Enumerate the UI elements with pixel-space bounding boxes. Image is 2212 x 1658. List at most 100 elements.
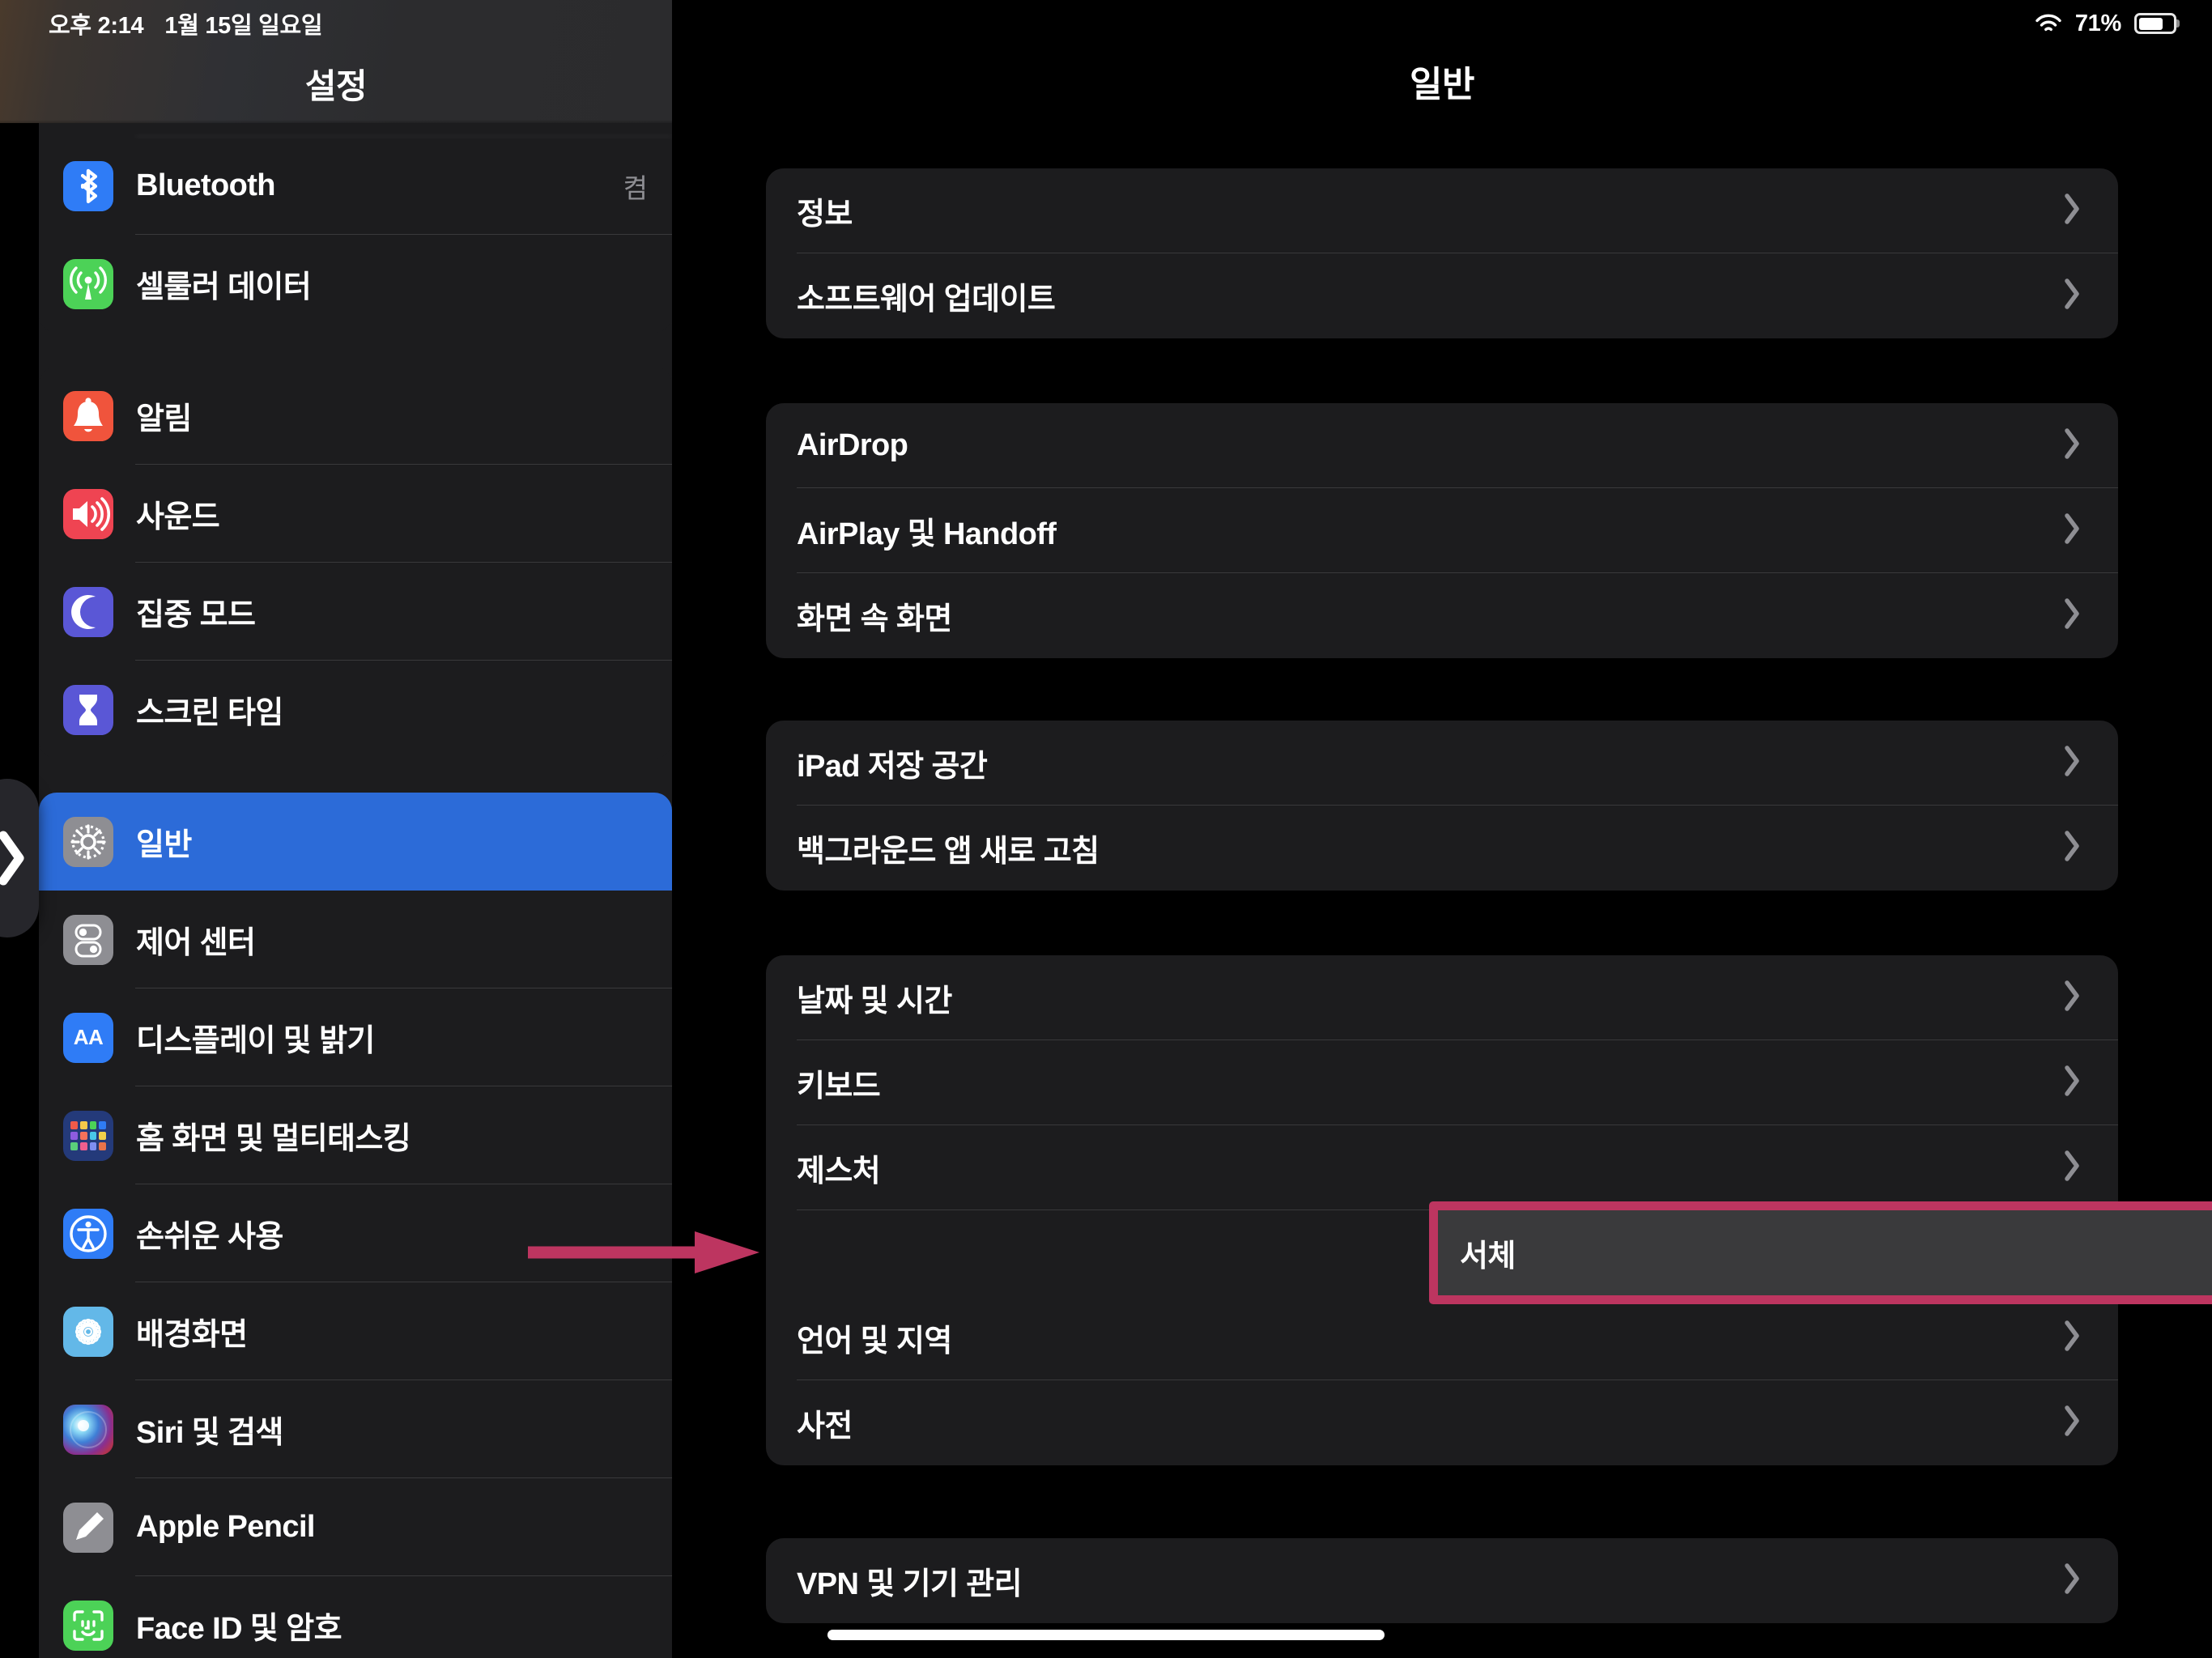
sidebar-item-label: 알림 (136, 402, 192, 436)
row-label: 백그라운드 앱 새로 고침 (797, 835, 1100, 869)
detail-group-vpn: VPN 및 기기 관리 (766, 1538, 2118, 1623)
sidebar-group-system: 일반 제어 센터 AA 디스플레이 및 밝기 홈 화면 및 멀티태스킹 손쉬운 사용 배경화… (39, 793, 672, 1658)
sidebar-item-사운드[interactable]: 사운드 (39, 465, 672, 563)
detail-row-소프트웨어-업데이트[interactable]: 소프트웨어 업데이트 (766, 253, 2118, 338)
settings-sidebar: Wi-Fi RT_5f6A_5G_Wave2_mBluetooth켬셀룰러 데이… (0, 0, 672, 1658)
hourglass-icon (63, 685, 113, 735)
row-label: 사전 (797, 1409, 853, 1443)
detail-row-백그라운드-앱-새로-고침[interactable]: 백그라운드 앱 새로 고침 (766, 806, 2118, 891)
detail-row-사전[interactable]: 사전 (766, 1380, 2118, 1465)
moon-icon (63, 586, 113, 637)
flower-wallpaper-icon (63, 1307, 113, 1357)
annotation-arrow (525, 1227, 768, 1278)
sidebar-item-bluetooth[interactable]: Bluetooth 켬 (39, 137, 672, 235)
sidebar-item-홈-화면-및-멀티태스킹[interactable]: 홈 화면 및 멀티태스킹 (39, 1086, 672, 1184)
row-label: 언어 및 지역 (797, 1324, 952, 1358)
sidebar-item-value: 켬 (623, 172, 648, 203)
battery-icon (2134, 13, 2176, 34)
sidebar-item-label: 사운드 (136, 500, 220, 534)
detail-row-화면-속-화면[interactable]: 화면 속 화면 (766, 573, 2118, 658)
highlight-ring (1429, 1201, 2212, 1304)
flower-wallpaper-icon (63, 1306, 113, 1357)
detail-row-vpn-및-기기-관리[interactable]: VPN 및 기기 관리 (766, 1538, 2118, 1623)
wifi-icon (2035, 13, 2062, 34)
detail-row-airdrop[interactable]: AirDrop (766, 403, 2118, 488)
gear-icon (63, 816, 113, 867)
sidebar-item-배경화면[interactable]: 배경화면 (39, 1282, 672, 1380)
sidebar-item-label: 배경화면 (136, 1318, 248, 1352)
chevron-right-icon (2063, 1320, 2081, 1356)
chevron-right-icon (0, 829, 28, 887)
home-screen-grid-icon (63, 1111, 113, 1161)
chevron-right-icon (2063, 193, 2081, 229)
sidebar-item-셀룰러-데이터[interactable]: 셀룰러 데이터 (39, 235, 672, 333)
row-label: 화면 속 화면 (797, 602, 952, 636)
detail-row-정보[interactable]: 정보 (766, 168, 2118, 253)
bluetooth-icon (63, 160, 113, 211)
sidebar-item-집중-모드[interactable]: 집중 모드 (39, 563, 672, 661)
detail-row-제스처[interactable]: 제스처 (766, 1125, 2118, 1210)
chevron-right-icon (2063, 1150, 2081, 1186)
cellular-antenna-icon (63, 259, 113, 309)
chevron-right-icon (2063, 512, 2081, 549)
accessibility-icon (63, 1209, 113, 1259)
sidebar-item-제어-센터[interactable]: 제어 센터 (39, 891, 672, 988)
moon-icon (63, 587, 113, 637)
bell-icon (63, 391, 113, 441)
toggles-icon (63, 915, 113, 965)
sidebar-item-디스플레이-및-밝기[interactable]: AA 디스플레이 및 밝기 (39, 988, 672, 1086)
home-indicator[interactable] (827, 1630, 1385, 1640)
sidebar-item-스크린-타임[interactable]: 스크린 타임 (39, 661, 672, 759)
siri-orb-icon (63, 1404, 113, 1455)
cellular-antenna-icon (63, 258, 113, 309)
home-screen-grid-icon (63, 1110, 113, 1161)
status-right: 71% (2035, 11, 2176, 37)
detail-row-ipad-저장-공간[interactable]: iPad 저장 공간 (766, 721, 2118, 806)
sidebar-item-label: 일반 (136, 828, 192, 862)
sidebar-item-label: 제어 센터 (136, 926, 256, 960)
sidebar-item-apple-pencil[interactable]: Apple Pencil (39, 1478, 672, 1576)
sidebar-title: 설정 (304, 67, 368, 105)
row-label: AirDrop (797, 428, 908, 462)
chevron-right-icon (2063, 278, 2081, 314)
battery-fill (2138, 17, 2163, 30)
speaker-icon (63, 489, 113, 539)
detail-row-언어-및-지역[interactable]: 언어 및 지역 (766, 1295, 2118, 1380)
chevron-right-icon (2063, 830, 2081, 866)
chevron-right-icon (2063, 1405, 2081, 1441)
detail-group-sharing: AirDrop AirPlay 및 Handoff 화면 속 화면 (766, 403, 2118, 658)
row-label: AirPlay 및 Handoff (797, 517, 1057, 551)
row-label: 제스처 (797, 1154, 881, 1188)
ipad-settings-screen: Wi-Fi RT_5f6A_5G_Wave2_mBluetooth켬셀룰러 데이… (0, 0, 2212, 1658)
sidebar-item-siri-및-검색[interactable]: Siri 및 검색 (39, 1380, 672, 1478)
pencil-icon (63, 1502, 113, 1553)
row-label: 날짜 및 시간 (797, 984, 952, 1018)
bell-icon (63, 390, 113, 441)
sidebar-item-알림[interactable]: 알림 (39, 367, 672, 465)
row-label: 소프트웨어 업데이트 (797, 283, 1056, 317)
detail-row-airplay-및-handoff[interactable]: AirPlay 및 Handoff (766, 488, 2118, 573)
gear-icon (63, 817, 113, 867)
bluetooth-icon (63, 161, 113, 211)
sidebar-group-notifications: 알림사운드집중 모드스크린 타임 (39, 367, 672, 759)
sidebar-toggle-handle[interactable] (0, 779, 39, 937)
detail-row-키보드[interactable]: 키보드 (766, 1040, 2118, 1125)
row-label: 키보드 (797, 1069, 881, 1103)
detail-row-날짜-및-시간[interactable]: 날짜 및 시간 (766, 955, 2118, 1040)
face-id-icon (63, 1600, 113, 1651)
siri-orb-icon (63, 1405, 113, 1455)
chevron-right-icon (2063, 597, 2081, 634)
sidebar-item-label: 셀룰러 데이터 (136, 270, 312, 304)
sidebar-item-face-id-및-암호[interactable]: Face ID 및 암호 (39, 1576, 672, 1658)
chevron-right-icon (2063, 980, 2081, 1016)
sidebar-item-label: Siri 및 검색 (136, 1416, 283, 1450)
status-time: 오후 2:14 (49, 13, 144, 39)
status-date: 1월 15일 일요일 (164, 13, 323, 39)
sidebar-item-label: 집중 모드 (136, 598, 256, 632)
sidebar-item-일반[interactable]: 일반 (39, 793, 672, 891)
chevron-right-icon (2063, 745, 2081, 781)
toggles-icon (63, 914, 113, 965)
detail-group-storage: iPad 저장 공간백그라운드 앱 새로 고침 (766, 721, 2118, 891)
hourglass-icon (63, 684, 113, 735)
pencil-icon (63, 1503, 113, 1553)
